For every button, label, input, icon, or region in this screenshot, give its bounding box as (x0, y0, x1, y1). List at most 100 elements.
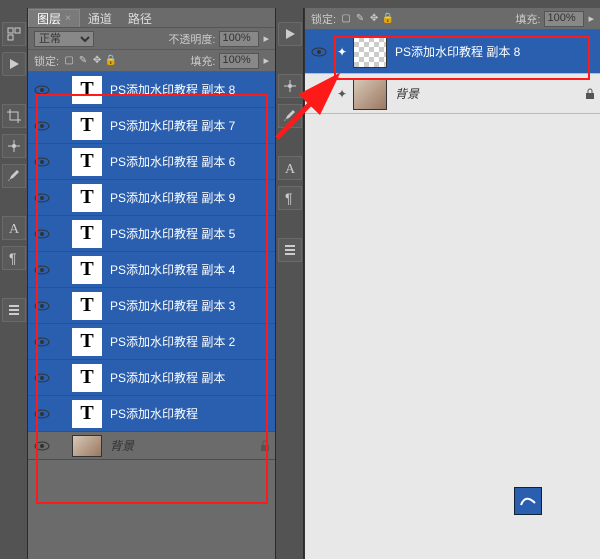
left-layers-panel: 图层× 通道 路径 正常 不透明度: 100% ▸ 锁定: ▢ ✎ ✥ 🔒 填充… (28, 8, 276, 559)
layer-row[interactable]: T PS添加水印教程 副本 (28, 360, 275, 396)
play-icon[interactable] (2, 52, 26, 76)
layer-row[interactable]: T PS添加水印教程 副本 3 (28, 288, 275, 324)
app-topbar (0, 0, 600, 8)
chevron-right-icon[interactable]: ▸ (588, 12, 594, 25)
para-icon[interactable]: ¶ (278, 186, 302, 210)
blend-mode-select[interactable]: 正常 (34, 31, 94, 47)
visibility-eye-icon[interactable] (34, 264, 50, 276)
right-toolstrip: A ¶ (276, 8, 304, 559)
wand-small-icon[interactable]: ✦ (337, 87, 347, 101)
lock-icon (255, 440, 275, 452)
visibility-eye-icon[interactable] (34, 440, 50, 452)
blend-row: 正常 不透明度: 100% ▸ (28, 28, 275, 50)
watermark-badge (514, 487, 542, 515)
tab-channels[interactable]: 通道 (80, 9, 120, 27)
layer-thumb-T: T (72, 328, 102, 356)
layer-name: PS添加水印教程 副本 8 (104, 81, 275, 98)
brush-icon[interactable] (2, 164, 26, 188)
layer-name: PS添加水印教程 副本 4 (104, 261, 275, 278)
right-layers-panel: 锁定: ▢ ✎ ✥ 🔒 填充: 100% ▸ ✦ (304, 8, 600, 559)
layer-thumb-T: T (72, 256, 102, 284)
close-icon[interactable]: × (65, 13, 71, 24)
lock-pixels-icon[interactable]: ▢ (63, 55, 75, 67)
visibility-eye-icon[interactable] (34, 192, 50, 204)
chevron-right-icon[interactable]: ▸ (263, 54, 269, 67)
svg-text:¶: ¶ (285, 190, 293, 206)
brush-icon[interactable] (278, 104, 302, 128)
layer-name: PS添加水印教程 副本 3 (104, 297, 275, 314)
right-lock-row: 锁定: ▢ ✎ ✥ 🔒 填充: 100% ▸ (305, 8, 600, 30)
tool-arrange-icon[interactable] (2, 22, 26, 46)
layer-row[interactable]: T PS添加水印教程 副本 6 (28, 144, 275, 180)
opacity-value[interactable]: 100% (219, 31, 259, 47)
layer-name: PS添加水印教程 副本 5 (104, 225, 275, 242)
layer-row[interactable]: T PS添加水印教程 (28, 396, 275, 432)
tab-paths[interactable]: 路径 (120, 9, 160, 27)
merged-thumb (353, 36, 387, 68)
bg-thumb (72, 435, 102, 457)
layer-thumb-T: T (72, 292, 102, 320)
merged-layer-row[interactable]: ✦ PS添加水印教程 副本 8 (305, 30, 600, 74)
fill-value[interactable]: 100% (219, 53, 259, 69)
lock-brush-icon[interactable]: ✎ (354, 13, 366, 25)
visibility-eye-icon[interactable] (34, 156, 50, 168)
chevron-right-icon[interactable]: ▸ (263, 32, 269, 45)
layer-thumb-T: T (72, 76, 102, 104)
visibility-eye-icon[interactable] (34, 300, 50, 312)
crop-icon[interactable] (2, 104, 26, 128)
visibility-eye-icon[interactable] (34, 228, 50, 240)
layer-row[interactable]: T PS添加水印教程 副本 5 (28, 216, 275, 252)
visibility-eye-icon[interactable] (34, 336, 50, 348)
menu-icon[interactable] (2, 298, 26, 322)
lock-all-icon[interactable]: 🔒 (105, 55, 117, 67)
layer-row[interactable]: T PS添加水印教程 副本 2 (28, 324, 275, 360)
layer-thumb-T: T (72, 364, 102, 392)
svg-text:¶: ¶ (9, 250, 17, 266)
layer-row[interactable]: T PS添加水印教程 副本 7 (28, 108, 275, 144)
layer-row[interactable]: T PS添加水印教程 副本 8 (28, 72, 275, 108)
menu-icon[interactable] (278, 238, 302, 262)
wand-icon[interactable] (2, 134, 26, 158)
layer-thumb-T: T (72, 148, 102, 176)
lock-all-icon[interactable]: 🔒 (382, 13, 394, 25)
wand-icon[interactable] (278, 74, 302, 98)
svg-text:A: A (9, 222, 20, 236)
layer-name: PS添加水印教程 副本 7 (104, 117, 275, 134)
layer-name: PS添加水印教程 副本 2 (104, 333, 275, 350)
opacity-label: 不透明度: (168, 31, 215, 47)
lock-icon (580, 88, 600, 100)
type-a-icon[interactable]: A (2, 216, 26, 240)
play-icon[interactable] (278, 22, 302, 46)
lock-brush-icon[interactable]: ✎ (77, 55, 89, 67)
lock-move-icon[interactable]: ✥ (368, 13, 380, 25)
visibility-eye-icon[interactable] (34, 408, 50, 420)
visibility-eye-icon[interactable] (34, 372, 50, 384)
lock-move-icon[interactable]: ✥ (91, 55, 103, 67)
type-a-icon[interactable]: A (278, 156, 302, 180)
layer-row[interactable]: T PS添加水印教程 副本 9 (28, 180, 275, 216)
visibility-eye-icon[interactable] (34, 84, 50, 96)
wand-small-icon[interactable]: ✦ (337, 45, 347, 59)
visibility-eye-icon[interactable] (311, 46, 327, 58)
bg-layer-row[interactable]: ✦ 背景 (305, 74, 600, 114)
layer-thumb-T: T (72, 112, 102, 140)
lock-icons: ▢ ✎ ✥ 🔒 (63, 55, 117, 67)
layer-list: T PS添加水印教程 副本 8 T PS添加水印教程 副本 7 T PS添加水印… (28, 72, 275, 559)
layer-name: PS添加水印教程 副本 9 (104, 189, 275, 206)
visibility-eye-icon[interactable] (34, 120, 50, 132)
lock-icons: ▢ ✎ ✥ 🔒 (340, 13, 394, 25)
layer-name: PS添加水印教程 (104, 405, 275, 422)
fill-value[interactable]: 100% (544, 11, 584, 27)
visibility-eye-icon[interactable] (311, 88, 327, 100)
bg-layer-name: 背景 (389, 85, 580, 102)
layer-name: PS添加水印教程 副本 6 (104, 153, 275, 170)
layer-thumb-T: T (72, 220, 102, 248)
fill-label: 填充: (190, 53, 215, 69)
left-toolstrip: A ¶ (0, 8, 28, 559)
bg-layer-row[interactable]: 背景 (28, 432, 275, 460)
layer-thumb-T: T (72, 400, 102, 428)
tab-layers[interactable]: 图层× (28, 9, 80, 27)
layer-row[interactable]: T PS添加水印教程 副本 4 (28, 252, 275, 288)
para-icon[interactable]: ¶ (2, 246, 26, 270)
lock-pixels-icon[interactable]: ▢ (340, 13, 352, 25)
